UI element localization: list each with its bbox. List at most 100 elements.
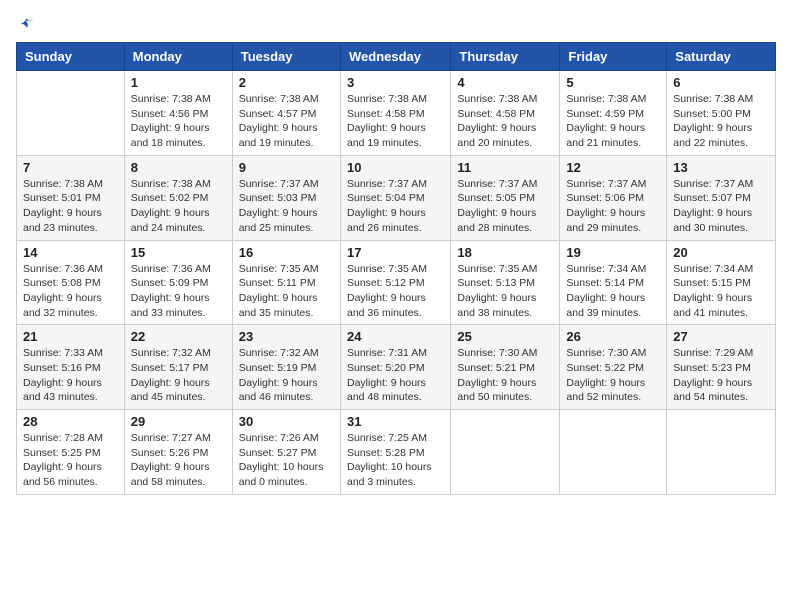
header — [16, 16, 776, 34]
calendar-cell: 21 Sunrise: 7:33 AMSunset: 5:16 PMDayligh… — [17, 325, 125, 410]
day-number: 9 — [239, 160, 334, 175]
day-info: Sunrise: 7:35 AMSunset: 5:13 PMDaylight:… — [457, 262, 553, 321]
day-number: 5 — [566, 75, 660, 90]
day-info: Sunrise: 7:38 AMSunset: 5:00 PMDaylight:… — [673, 92, 769, 151]
calendar-cell: 29 Sunrise: 7:27 AMSunset: 5:26 PMDayligh… — [124, 410, 232, 495]
day-number: 12 — [566, 160, 660, 175]
day-info: Sunrise: 7:37 AMSunset: 5:06 PMDaylight:… — [566, 177, 660, 236]
day-number: 29 — [131, 414, 226, 429]
calendar-cell — [451, 410, 560, 495]
day-number: 3 — [347, 75, 444, 90]
calendar-cell: 28 Sunrise: 7:28 AMSunset: 5:25 PMDayligh… — [17, 410, 125, 495]
day-info: Sunrise: 7:36 AMSunset: 5:08 PMDaylight:… — [23, 262, 118, 321]
calendar-cell: 10 Sunrise: 7:37 AMSunset: 5:04 PMDayligh… — [340, 155, 450, 240]
day-info: Sunrise: 7:33 AMSunset: 5:16 PMDaylight:… — [23, 346, 118, 405]
day-info: Sunrise: 7:35 AMSunset: 5:11 PMDaylight:… — [239, 262, 334, 321]
calendar-cell: 3 Sunrise: 7:38 AMSunset: 4:58 PMDaylight… — [340, 71, 450, 156]
day-number: 25 — [457, 329, 553, 344]
day-number: 22 — [131, 329, 226, 344]
calendar-cell: 7 Sunrise: 7:38 AMSunset: 5:01 PMDaylight… — [17, 155, 125, 240]
calendar-cell: 17 Sunrise: 7:35 AMSunset: 5:12 PMDayligh… — [340, 240, 450, 325]
day-number: 21 — [23, 329, 118, 344]
day-number: 16 — [239, 245, 334, 260]
day-info: Sunrise: 7:30 AMSunset: 5:22 PMDaylight:… — [566, 346, 660, 405]
calendar-header: SundayMondayTuesdayWednesdayThursdayFrid… — [17, 43, 776, 71]
day-info: Sunrise: 7:38 AMSunset: 4:59 PMDaylight:… — [566, 92, 660, 151]
calendar-cell: 1 Sunrise: 7:38 AMSunset: 4:56 PMDaylight… — [124, 71, 232, 156]
calendar-cell: 18 Sunrise: 7:35 AMSunset: 5:13 PMDayligh… — [451, 240, 560, 325]
calendar-cell: 9Sunrise: 7:37 AMSunset: 5:03 PMDaylight… — [232, 155, 340, 240]
calendar-cell: 25 Sunrise: 7:30 AMSunset: 5:21 PMDayligh… — [451, 325, 560, 410]
day-info: Sunrise: 7:31 AMSunset: 5:20 PMDaylight:… — [347, 346, 444, 405]
day-info: Sunrise: 7:38 AMSunset: 4:58 PMDaylight:… — [457, 92, 553, 151]
calendar-cell: 6Sunrise: 7:38 AMSunset: 5:00 PMDaylight… — [667, 71, 776, 156]
calendar-table: SundayMondayTuesdayWednesdayThursdayFrid… — [16, 42, 776, 495]
logo-bird-icon — [18, 16, 36, 34]
day-info: Sunrise: 7:30 AMSunset: 5:21 PMDaylight:… — [457, 346, 553, 405]
day-info: Sunrise: 7:38 AMSunset: 4:57 PMDaylight:… — [239, 92, 334, 151]
calendar-cell: 30 Sunrise: 7:26 AMSunset: 5:27 PMDayligh… — [232, 410, 340, 495]
calendar-cell: 13Sunrise: 7:37 AMSunset: 5:07 PMDayligh… — [667, 155, 776, 240]
day-number: 15 — [131, 245, 226, 260]
day-info: Sunrise: 7:37 AMSunset: 5:04 PMDaylight:… — [347, 177, 444, 236]
day-info: Sunrise: 7:34 AMSunset: 5:14 PMDaylight:… — [566, 262, 660, 321]
day-number: 23 — [239, 329, 334, 344]
day-info: Sunrise: 7:34 AMSunset: 5:15 PMDaylight:… — [673, 262, 769, 321]
day-number: 14 — [23, 245, 118, 260]
calendar-cell: 2Sunrise: 7:38 AMSunset: 4:57 PMDaylight… — [232, 71, 340, 156]
day-info: Sunrise: 7:26 AMSunset: 5:27 PMDaylight:… — [239, 431, 334, 490]
calendar-body: 1 Sunrise: 7:38 AMSunset: 4:56 PMDaylight… — [17, 71, 776, 495]
day-info: Sunrise: 7:27 AMSunset: 5:26 PMDaylight:… — [131, 431, 226, 490]
calendar-cell: 11Sunrise: 7:37 AMSunset: 5:05 PMDayligh… — [451, 155, 560, 240]
day-number: 26 — [566, 329, 660, 344]
calendar-cell: 4 Sunrise: 7:38 AMSunset: 4:58 PMDaylight… — [451, 71, 560, 156]
week-row-1: 1 Sunrise: 7:38 AMSunset: 4:56 PMDaylight… — [17, 71, 776, 156]
day-info: Sunrise: 7:38 AMSunset: 4:56 PMDaylight:… — [131, 92, 226, 151]
day-number: 7 — [23, 160, 118, 175]
day-number: 30 — [239, 414, 334, 429]
day-number: 24 — [347, 329, 444, 344]
week-row-2: 7 Sunrise: 7:38 AMSunset: 5:01 PMDaylight… — [17, 155, 776, 240]
day-number: 10 — [347, 160, 444, 175]
header-row: SundayMondayTuesdayWednesdayThursdayFrid… — [17, 43, 776, 71]
logo — [16, 16, 36, 34]
calendar-cell: 24 Sunrise: 7:31 AMSunset: 5:20 PMDayligh… — [340, 325, 450, 410]
day-number: 18 — [457, 245, 553, 260]
week-row-3: 14 Sunrise: 7:36 AMSunset: 5:08 PMDayligh… — [17, 240, 776, 325]
day-info: Sunrise: 7:38 AMSunset: 4:58 PMDaylight:… — [347, 92, 444, 151]
calendar-cell — [667, 410, 776, 495]
day-info: Sunrise: 7:38 AMSunset: 5:02 PMDaylight:… — [131, 177, 226, 236]
day-number: 1 — [131, 75, 226, 90]
calendar-cell: 27 Sunrise: 7:29 AMSunset: 5:23 PMDayligh… — [667, 325, 776, 410]
day-info: Sunrise: 7:28 AMSunset: 5:25 PMDaylight:… — [23, 431, 118, 490]
calendar-cell: 8 Sunrise: 7:38 AMSunset: 5:02 PMDaylight… — [124, 155, 232, 240]
calendar-cell: 16 Sunrise: 7:35 AMSunset: 5:11 PMDayligh… — [232, 240, 340, 325]
week-row-5: 28 Sunrise: 7:28 AMSunset: 5:25 PMDayligh… — [17, 410, 776, 495]
calendar-cell — [560, 410, 667, 495]
calendar-cell — [17, 71, 125, 156]
header-cell-saturday: Saturday — [667, 43, 776, 71]
calendar-cell: 23 Sunrise: 7:32 AMSunset: 5:19 PMDayligh… — [232, 325, 340, 410]
day-info: Sunrise: 7:32 AMSunset: 5:19 PMDaylight:… — [239, 346, 334, 405]
header-cell-thursday: Thursday — [451, 43, 560, 71]
day-info: Sunrise: 7:32 AMSunset: 5:17 PMDaylight:… — [131, 346, 226, 405]
day-number: 4 — [457, 75, 553, 90]
day-number: 19 — [566, 245, 660, 260]
header-cell-monday: Monday — [124, 43, 232, 71]
header-cell-sunday: Sunday — [17, 43, 125, 71]
day-info: Sunrise: 7:37 AMSunset: 5:07 PMDaylight:… — [673, 177, 769, 236]
calendar-cell: 31Sunrise: 7:25 AMSunset: 5:28 PMDayligh… — [340, 410, 450, 495]
day-info: Sunrise: 7:38 AMSunset: 5:01 PMDaylight:… — [23, 177, 118, 236]
header-cell-friday: Friday — [560, 43, 667, 71]
calendar-cell: 14 Sunrise: 7:36 AMSunset: 5:08 PMDayligh… — [17, 240, 125, 325]
day-number: 8 — [131, 160, 226, 175]
day-number: 17 — [347, 245, 444, 260]
day-number: 11 — [457, 160, 553, 175]
day-info: Sunrise: 7:29 AMSunset: 5:23 PMDaylight:… — [673, 346, 769, 405]
calendar-cell: 19 Sunrise: 7:34 AMSunset: 5:14 PMDayligh… — [560, 240, 667, 325]
day-info: Sunrise: 7:35 AMSunset: 5:12 PMDaylight:… — [347, 262, 444, 321]
calendar-cell: 15Sunrise: 7:36 AMSunset: 5:09 PMDayligh… — [124, 240, 232, 325]
day-number: 28 — [23, 414, 118, 429]
day-number: 20 — [673, 245, 769, 260]
day-number: 27 — [673, 329, 769, 344]
